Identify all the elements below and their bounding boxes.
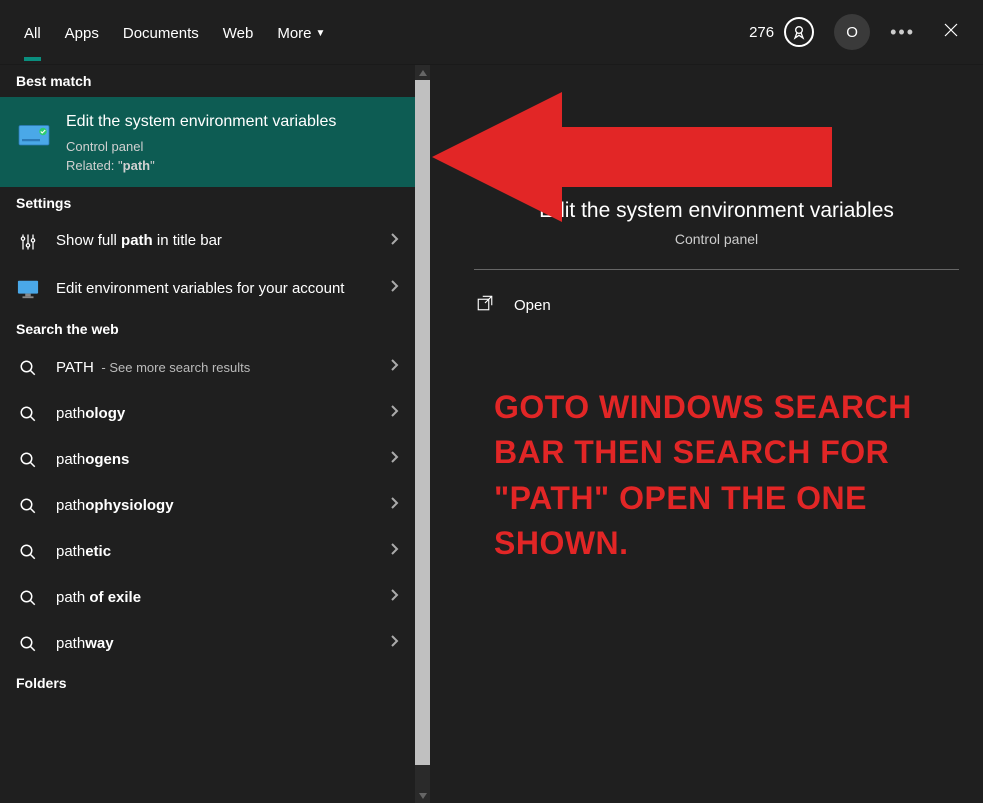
- open-label: Open: [514, 297, 551, 314]
- section-web: Search the web: [0, 313, 415, 345]
- tab-apps[interactable]: Apps: [65, 5, 99, 60]
- search-icon: [16, 359, 40, 377]
- chevron-right-icon: [389, 496, 399, 515]
- search-icon: [16, 497, 40, 515]
- tab-documents[interactable]: Documents: [123, 5, 199, 60]
- search-icon: [16, 543, 40, 561]
- tab-all[interactable]: All: [24, 5, 41, 60]
- header-bar: All Apps Documents Web More▼ 276 O •••: [0, 0, 983, 65]
- preview-title: Edit the system environment variables: [474, 199, 959, 223]
- list-item-label: pathetic: [56, 542, 373, 562]
- medal-icon: [784, 17, 814, 47]
- list-item-label: Show full path in title bar: [56, 231, 373, 251]
- list-item-label: pathophysiology: [56, 496, 373, 516]
- section-best-match: Best match: [0, 65, 415, 97]
- search-icon: [16, 589, 40, 607]
- search-icon: [16, 635, 40, 653]
- chevron-down-icon: ▼: [316, 28, 326, 39]
- web-item-pathophysiology[interactable]: pathophysiology: [0, 483, 415, 529]
- chevron-right-icon: [389, 358, 399, 377]
- search-icon: [16, 405, 40, 423]
- tab-web[interactable]: Web: [223, 5, 254, 60]
- web-item-pathway[interactable]: pathway: [0, 621, 415, 667]
- more-menu-icon[interactable]: •••: [890, 22, 915, 43]
- web-item-path-of-exile[interactable]: path of exile: [0, 575, 415, 621]
- search-icon: [16, 451, 40, 469]
- best-match-subtitle: Control panel: [66, 139, 399, 154]
- open-icon: [476, 294, 496, 316]
- control-panel-icon: [16, 115, 52, 151]
- rewards-points[interactable]: 276: [749, 17, 814, 47]
- chevron-right-icon: [389, 542, 399, 561]
- results-pane: Best match Edit the system environment v…: [0, 65, 430, 803]
- list-item-label: PATH - See more search results: [56, 358, 373, 378]
- points-value: 276: [749, 24, 774, 41]
- sliders-icon: [16, 232, 40, 252]
- preview-pane: Edit the system environment variables Co…: [430, 65, 983, 803]
- scroll-up-icon[interactable]: [415, 65, 430, 80]
- web-item-pathetic[interactable]: pathetic: [0, 529, 415, 575]
- close-button[interactable]: [935, 14, 967, 51]
- list-item-label: pathology: [56, 404, 373, 424]
- chevron-right-icon: [389, 634, 399, 653]
- list-item-label: pathogens: [56, 450, 373, 470]
- control-panel-icon: [687, 119, 747, 179]
- preview-subtitle: Control panel: [474, 231, 959, 247]
- section-settings: Settings: [0, 187, 415, 219]
- list-item-label: path of exile: [56, 588, 373, 608]
- section-folders: Folders: [0, 667, 415, 699]
- chevron-right-icon: [389, 450, 399, 469]
- avatar[interactable]: O: [834, 14, 870, 50]
- scrollbar-thumb[interactable]: [415, 80, 430, 765]
- open-action[interactable]: Open: [474, 278, 959, 332]
- chevron-right-icon: [389, 404, 399, 423]
- divider: [474, 269, 959, 270]
- settings-item-show-full-path[interactable]: Show full path in title bar: [0, 219, 415, 265]
- web-item-pathogens[interactable]: pathogens: [0, 437, 415, 483]
- best-match-related: Related: "path": [66, 158, 399, 173]
- web-item-pathology[interactable]: pathology: [0, 391, 415, 437]
- monitor-icon: [16, 279, 40, 299]
- list-item-label: pathway: [56, 634, 373, 654]
- tab-more[interactable]: More▼: [277, 5, 325, 60]
- best-match-title: Edit the system environment variables: [66, 111, 399, 133]
- web-item-path[interactable]: PATH - See more search results: [0, 345, 415, 391]
- settings-item-edit-env-vars[interactable]: Edit environment variables for your acco…: [0, 265, 415, 313]
- chevron-right-icon: [389, 588, 399, 607]
- chevron-right-icon: [389, 232, 399, 251]
- best-match-result[interactable]: Edit the system environment variables Co…: [0, 97, 415, 187]
- search-tabs: All Apps Documents Web More▼: [16, 5, 749, 60]
- list-item-label: Edit environment variables for your acco…: [56, 279, 373, 299]
- scroll-down-icon[interactable]: [415, 788, 430, 803]
- chevron-right-icon: [389, 279, 399, 298]
